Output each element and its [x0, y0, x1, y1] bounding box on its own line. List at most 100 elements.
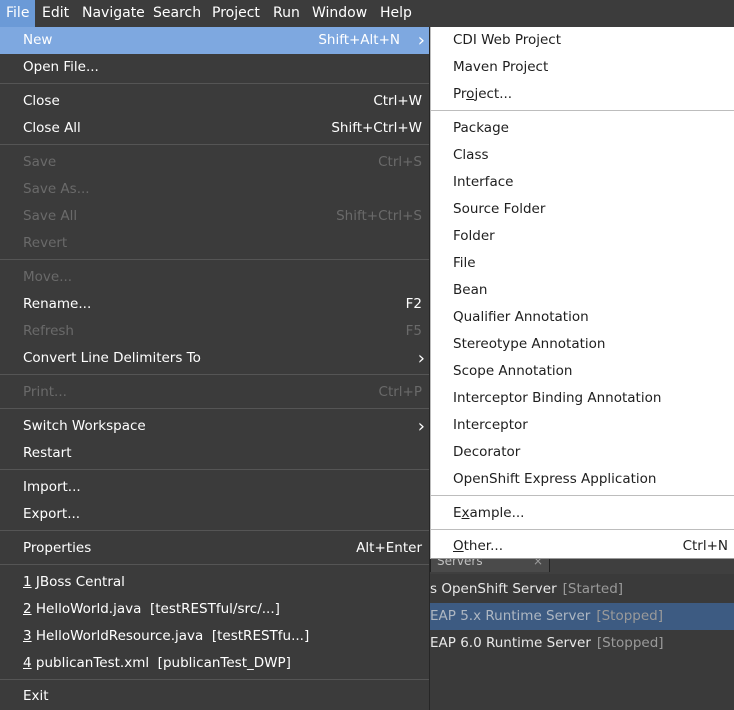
submenu-item-package[interactable]: Package	[431, 115, 734, 142]
menu-item-label: Rename...	[23, 296, 92, 312]
menu-item-properties[interactable]: Properties Alt+Enter	[0, 535, 429, 562]
recent-file-number: 1	[23, 574, 32, 590]
submenu-item-maven-project[interactable]: Maven Project	[431, 54, 734, 81]
menu-item-label: Open File...	[23, 59, 99, 75]
submenu-item-scope-annotation[interactable]: Scope Annotation	[431, 358, 734, 385]
server-status: [Started]	[562, 581, 624, 597]
recent-file-item[interactable]: 4 publicanTest.xml [publicanTest_DWP]	[0, 650, 429, 677]
menu-item-export[interactable]: Export...	[0, 501, 429, 528]
recent-file-number: 4	[23, 655, 32, 671]
menu-edit[interactable]: Edit	[36, 0, 75, 27]
submenu-item-file[interactable]: File	[431, 250, 734, 277]
menu-item-close-all[interactable]: Close All Shift+Ctrl+W	[0, 115, 429, 142]
mnemonic-letter: O	[453, 538, 464, 554]
menu-item-label: Print...	[23, 384, 67, 400]
menu-item-label: Close All	[23, 120, 81, 136]
submenu-item-decorator[interactable]: Decorator	[431, 439, 734, 466]
server-name: EAP 5.x Runtime Server	[430, 608, 591, 624]
menu-search[interactable]: Search	[147, 0, 207, 27]
recent-file-item[interactable]: 2 HelloWorld.java [testRESTful/src/...]	[0, 596, 429, 623]
menu-item-label: Import...	[23, 479, 81, 495]
menu-item-rename[interactable]: Rename... F2	[0, 291, 429, 318]
recent-file-item[interactable]: 1 JBoss Central	[0, 569, 429, 596]
menu-item-close[interactable]: Close Ctrl+W	[0, 88, 429, 115]
recent-file-label: 3 HelloWorldResource.java [testRESTfu...…	[23, 623, 309, 650]
submenu-item-interceptor[interactable]: Interceptor	[431, 412, 734, 439]
menu-item-label: Export...	[23, 506, 81, 522]
menu-window[interactable]: Window	[306, 0, 373, 27]
submenu-item-stereotype-annotation[interactable]: Stereotype Annotation	[431, 331, 734, 358]
menu-item-open-file[interactable]: Open File...	[0, 54, 429, 81]
menu-item-exit[interactable]: Exit	[0, 683, 429, 710]
menu-item-shortcut: F5	[405, 323, 422, 339]
menu-separator	[0, 259, 429, 260]
menu-separator	[0, 679, 429, 680]
submenu-item-bean[interactable]: Bean	[431, 277, 734, 304]
menu-item-switch-workspace[interactable]: Switch Workspace ›	[0, 413, 429, 440]
menu-separator	[0, 408, 429, 409]
menu-separator	[0, 374, 429, 375]
menu-run[interactable]: Run	[267, 0, 306, 27]
menu-item-save: Save Ctrl+S	[0, 149, 429, 176]
submenu-item-cdi-web-project[interactable]: CDI Web Project	[431, 27, 734, 54]
submenu-item-label: Qualifier Annotation	[453, 309, 589, 325]
submenu-arrow-icon: ›	[417, 30, 425, 51]
submenu-arrow-icon: ›	[417, 348, 425, 369]
menu-item-new[interactable]: New Shift+Alt+N ›	[0, 27, 429, 54]
menu-file[interactable]: File	[0, 0, 36, 27]
menu-item-label: Save	[23, 154, 57, 170]
submenu-item-project[interactable]: Project...	[431, 81, 734, 108]
server-name: s OpenShift Server	[430, 581, 557, 597]
server-row[interactable]: s OpenShift Server [Started]	[430, 576, 734, 603]
menu-project[interactable]: Project	[206, 0, 266, 27]
menu-item-print: Print... Ctrl+P	[0, 379, 429, 406]
server-name: EAP 6.0 Runtime Server	[430, 635, 591, 651]
submenu-item-qualifier-annotation[interactable]: Qualifier Annotation	[431, 304, 734, 331]
submenu-item-label: Interface	[453, 174, 514, 190]
mnemonic-letter: x	[461, 505, 470, 521]
recent-file-item[interactable]: 3 HelloWorldResource.java [testRESTfu...…	[0, 623, 429, 650]
server-status: [Stopped]	[596, 608, 663, 624]
menu-item-refresh: Refresh F5	[0, 318, 429, 345]
menu-item-label: Revert	[23, 235, 68, 251]
menu-item-move: Move...	[0, 264, 429, 291]
server-row[interactable]: EAP 5.x Runtime Server [Stopped]	[430, 603, 734, 630]
submenu-item-class[interactable]: Class	[431, 142, 734, 169]
submenu-item-label: Interceptor	[453, 417, 528, 433]
submenu-item-interface[interactable]: Interface	[431, 169, 734, 196]
menu-help[interactable]: Help	[374, 0, 418, 27]
label-part: E	[453, 505, 462, 521]
submenu-item-openshift-express-application[interactable]: OpenShift Express Application	[431, 466, 734, 493]
menu-item-restart[interactable]: Restart	[0, 440, 429, 467]
servers-view: Servers × s OpenShift Server [Started] EA…	[430, 540, 734, 710]
submenu-item-other[interactable]: Other... Ctrl+N	[431, 533, 734, 560]
submenu-item-label: Folder	[453, 228, 495, 244]
recent-file-label: 1 JBoss Central	[23, 569, 125, 596]
file-menu: New Shift+Alt+N › Open File... Close Ctr…	[0, 27, 430, 710]
submenu-item-label: OpenShift Express Application	[453, 471, 657, 487]
submenu-item-source-folder[interactable]: Source Folder	[431, 196, 734, 223]
menu-navigate[interactable]: Navigate	[76, 0, 151, 27]
menu-item-label: Properties	[23, 540, 92, 556]
menu-item-shortcut: Shift+Alt+N	[318, 32, 400, 48]
submenu-item-label: Stereotype Annotation	[453, 336, 606, 352]
menu-item-shortcut: Shift+Ctrl+S	[336, 208, 422, 224]
submenu-item-folder[interactable]: Folder	[431, 223, 734, 250]
submenu-item-example[interactable]: Example...	[431, 500, 734, 527]
menu-item-label: Exit	[23, 688, 49, 704]
menu-item-label: Move...	[23, 269, 73, 285]
menu-item-label: Switch Workspace	[23, 418, 146, 434]
recent-file-number: 2	[23, 601, 32, 617]
menu-separator	[0, 83, 429, 84]
server-row[interactable]: EAP 6.0 Runtime Server [Stopped]	[430, 630, 734, 657]
recent-file-name: HelloWorld.java [testRESTful/src/...]	[35, 601, 280, 617]
menu-item-label: Refresh	[23, 323, 74, 339]
menu-item-save-all: Save All Shift+Ctrl+S	[0, 203, 429, 230]
submenu-item-label: Class	[453, 147, 489, 163]
submenu-item-label: Bean	[453, 282, 488, 298]
menu-item-import[interactable]: Import...	[0, 474, 429, 501]
recent-file-name: HelloWorldResource.java [testRESTfu...]	[35, 628, 310, 644]
submenu-item-interceptor-binding-annotation[interactable]: Interceptor Binding Annotation	[431, 385, 734, 412]
server-status: [Stopped]	[596, 635, 664, 651]
menu-item-convert-line-delimiters[interactable]: Convert Line Delimiters To ›	[0, 345, 429, 372]
